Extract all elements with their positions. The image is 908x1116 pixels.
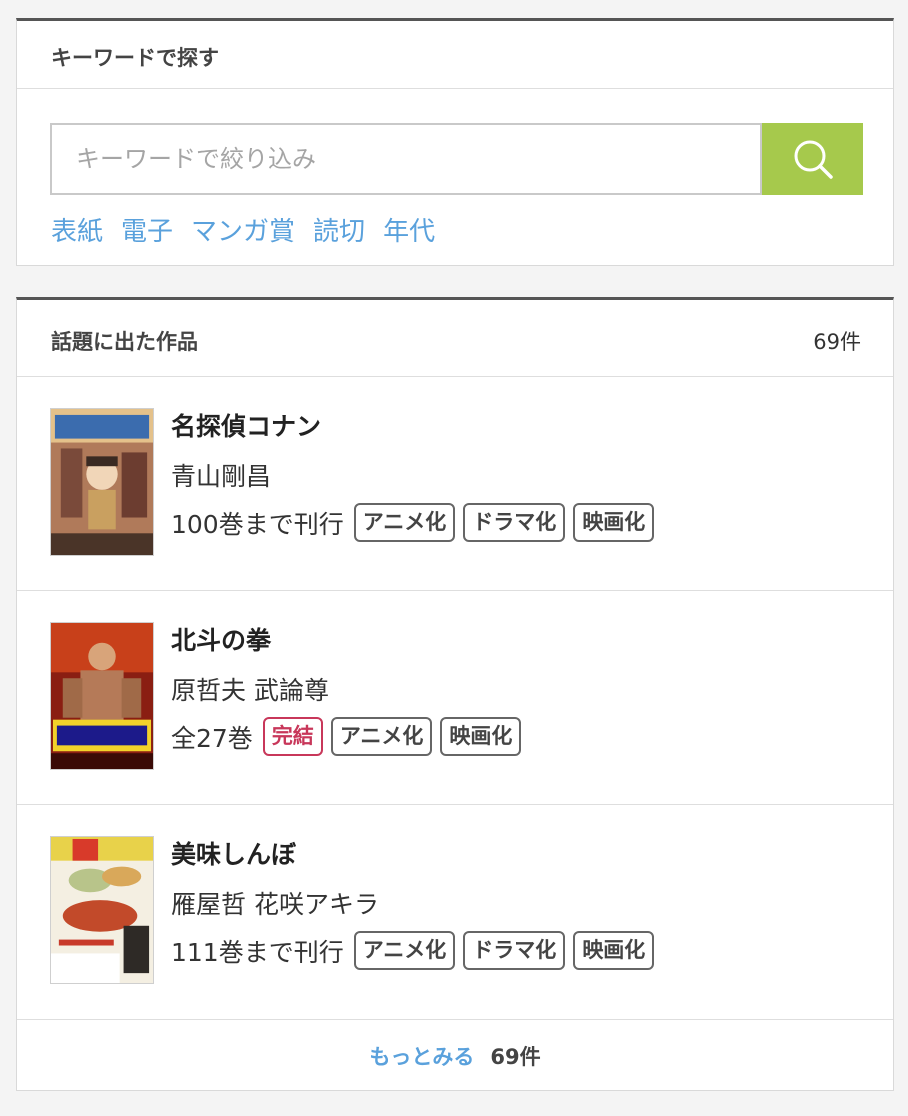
work-cover-image[interactable] <box>50 622 154 770</box>
keyword-search-panel: キーワードで探す 表紙 電子 マンガ賞 読切 年代 <box>16 18 894 266</box>
tag-movie: 映画化 <box>573 931 655 971</box>
keyword-search-input[interactable] <box>50 123 762 195</box>
work-list-item[interactable]: 北斗の拳 原哲夫 武論尊 全27巻 完結 アニメ化 映画化 <box>17 591 893 805</box>
work-meta: 111巻まで刊行 アニメ化 ドラマ化 映画化 <box>171 931 655 971</box>
work-meta: 全27巻 完結 アニメ化 映画化 <box>171 717 522 757</box>
work-title[interactable]: 美味しんぼ <box>171 835 296 871</box>
tag-drama: ドラマ化 <box>463 931 566 971</box>
work-title[interactable]: 北斗の拳 <box>171 621 271 657</box>
tag-completed: 完結 <box>262 717 323 757</box>
works-panel-header: 話題に出た作品 69件 <box>17 300 893 377</box>
filter-links: 表紙 電子 マンガ賞 読切 年代 <box>51 211 435 248</box>
search-button[interactable] <box>762 123 863 195</box>
tag-drama: ドラマ化 <box>463 503 566 543</box>
cover-art <box>51 623 153 769</box>
tag-anime: アニメ化 <box>353 931 456 971</box>
search-panel-title: キーワードで探す <box>51 46 219 70</box>
tag-movie: 映画化 <box>440 717 522 757</box>
filter-link-manga-award[interactable]: マンガ賞 <box>191 211 295 248</box>
tag-anime: アニメ化 <box>353 503 456 543</box>
filter-link-era[interactable]: 年代 <box>383 211 435 248</box>
filter-link-digital[interactable]: 電子 <box>121 211 173 248</box>
work-author: 原哲夫 武論尊 <box>171 676 329 705</box>
work-author: 青山剛昌 <box>171 462 272 491</box>
more-row: もっとみる 69件 <box>17 1020 893 1091</box>
works-panel-title: 話題に出た作品 <box>51 330 198 354</box>
work-title[interactable]: 名探偵コナン <box>171 407 321 443</box>
work-list-item[interactable]: 名探偵コナン 青山剛昌 100巻まで刊行 アニメ化 ドラマ化 映画化 <box>17 377 893 591</box>
more-count: 69件 <box>490 1044 541 1069</box>
works-count: 69件 <box>813 330 861 354</box>
discussed-works-panel: 話題に出た作品 69件 名探偵コナン 青山剛昌 100巻まで刊行 アニメ化 ドラ… <box>16 297 894 1091</box>
work-list-item[interactable]: 美味しんぼ 雁屋哲 花咲アキラ 111巻まで刊行 アニメ化 ドラマ化 映画化 <box>17 805 893 1020</box>
tag-anime: アニメ化 <box>330 717 433 757</box>
filter-link-one-shot[interactable]: 読切 <box>313 211 365 248</box>
volume-info: 全27巻 <box>171 723 253 753</box>
work-author: 雁屋哲 花咲アキラ <box>171 890 379 919</box>
tag-movie: 映画化 <box>573 503 655 543</box>
work-meta: 100巻まで刊行 アニメ化 ドラマ化 映画化 <box>171 503 655 543</box>
work-cover-image[interactable] <box>50 836 154 984</box>
see-more-link[interactable]: もっとみる <box>369 1041 474 1071</box>
search-icon <box>794 140 833 179</box>
filter-link-cover[interactable]: 表紙 <box>51 211 103 248</box>
volume-info: 111巻まで刊行 <box>171 937 344 967</box>
volume-info: 100巻まで刊行 <box>171 509 344 539</box>
work-cover-image[interactable] <box>50 408 154 556</box>
search-panel-header: キーワードで探す <box>17 21 893 89</box>
cover-art <box>51 409 153 555</box>
cover-art <box>51 837 153 983</box>
